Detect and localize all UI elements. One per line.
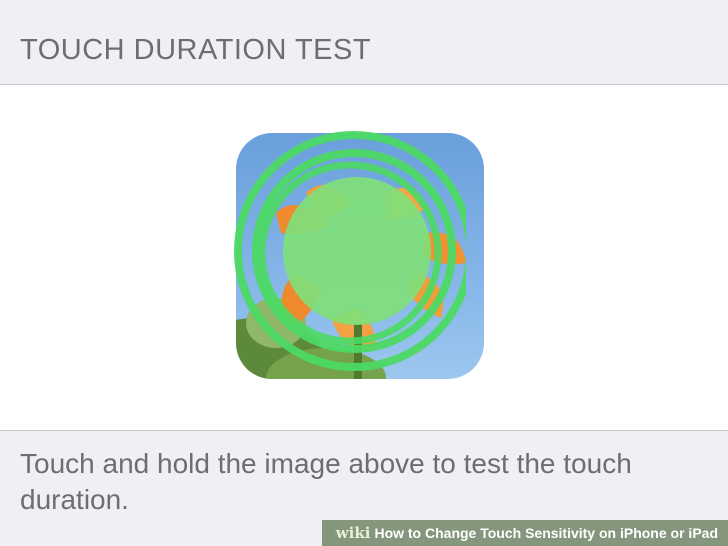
touch-duration-description: Touch and hold the image above to test t… <box>20 448 632 515</box>
flower-photo-icon <box>236 133 484 379</box>
wikihow-watermark: wiki How to Change Touch Sensitivity on … <box>321 520 728 546</box>
touch-accommodations-screen: TOUCH DURATION TEST Touch and hold the i… <box>0 0 728 546</box>
touch-test-image[interactable] <box>236 133 484 379</box>
wikihow-logo: wiki <box>335 524 371 542</box>
touch-test-area <box>0 85 728 431</box>
section-header-title: TOUCH DURATION TEST <box>20 34 372 66</box>
watermark-text: How to Change Touch Sensitivity on iPhon… <box>374 525 718 541</box>
section-header: TOUCH DURATION TEST <box>0 0 728 85</box>
